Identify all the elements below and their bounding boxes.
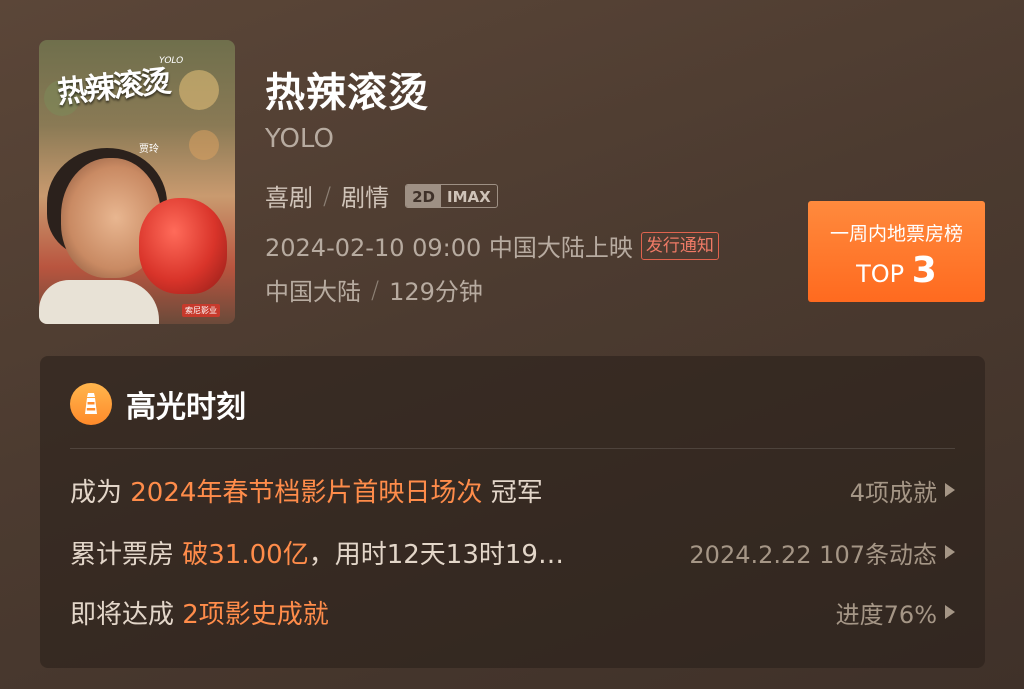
region: 中国大陆 bbox=[265, 278, 361, 306]
format-2d: 2D bbox=[406, 184, 441, 207]
movie-title: 热辣滚烫 bbox=[265, 70, 429, 116]
highlight-accent: 破31.00亿 bbox=[182, 539, 309, 570]
highlight-text: 累计票房 破31.00亿，用时12天13时19… bbox=[70, 534, 564, 571]
movie-poster[interactable]: YOLO 热辣滚烫 贾玲 索尼影业 bbox=[39, 40, 235, 324]
highlights-title: 高光时刻 bbox=[126, 390, 246, 425]
highlight-suffix: ，用时12天13时19… bbox=[308, 539, 564, 570]
highlight-meta-text: 4项成就 bbox=[849, 478, 937, 507]
highlight-text: 成为 2024年春节档影片首映日场次 冠军 bbox=[70, 472, 543, 509]
highlight-meta: 2024.2.22 107条动态 bbox=[689, 535, 955, 570]
poster-stamp: 索尼影业 bbox=[182, 304, 220, 317]
highlight-accent: 2024年春节档影片首映日场次 bbox=[130, 477, 483, 508]
release-notice-button[interactable]: 发行通知 bbox=[640, 231, 719, 260]
rank-prefix: TOP bbox=[856, 260, 905, 288]
highlight-row[interactable]: 成为 2024年春节档影片首映日场次 冠军 4项成就 bbox=[70, 470, 955, 510]
highlight-row[interactable]: 即将达成 2项影史成就 进度76% bbox=[70, 592, 955, 632]
highlights-header: 高光时刻 bbox=[70, 382, 246, 426]
release-date: 2024-02-10 09:00 中国大陆上映 bbox=[265, 234, 633, 262]
highlight-prefix: 即将达成 bbox=[70, 599, 183, 630]
poster-director: 贾玲 bbox=[139, 144, 159, 155]
divider bbox=[70, 448, 955, 449]
movie-detail-page: YOLO 热辣滚烫 贾玲 索尼影业 热辣滚烫 YOLO 喜剧 / 剧情 2D I… bbox=[0, 0, 1024, 689]
arrow-right-icon bbox=[945, 605, 955, 619]
boxing-glove bbox=[139, 198, 227, 294]
rank-number: 3 bbox=[911, 250, 937, 291]
lighthouse-icon bbox=[70, 383, 112, 425]
separator: / bbox=[371, 275, 380, 304]
highlight-suffix: 冠军 bbox=[482, 477, 543, 508]
poster-title-art: 热辣滚烫 bbox=[55, 64, 171, 111]
highlight-accent: 2项影史成就 bbox=[182, 599, 329, 630]
release-row: 2024-02-10 09:00 中国大陆上映 发行通知 bbox=[265, 228, 719, 263]
highlight-text: 即将达成 2项影史成就 bbox=[70, 594, 329, 631]
genre-tag: 剧情 bbox=[341, 184, 390, 212]
bokeh-light bbox=[179, 70, 219, 110]
highlight-meta-text: 2024.2.22 107条动态 bbox=[689, 540, 937, 569]
meta-row: 中国大陆 / 129分钟 bbox=[265, 272, 483, 307]
genre-tag: 喜剧 bbox=[265, 184, 313, 212]
highlight-prefix: 成为 bbox=[70, 477, 131, 508]
separator: / bbox=[323, 181, 332, 210]
poster-shirt bbox=[39, 280, 159, 324]
highlight-meta: 4项成就 bbox=[850, 473, 955, 508]
movie-english-title: YOLO bbox=[265, 124, 334, 154]
bokeh-light bbox=[189, 130, 219, 160]
highlights-card: 高光时刻 成为 2024年春节档影片首映日场次 冠军 4项成就 累计票房 破31… bbox=[40, 356, 985, 668]
format-imax: IMAX bbox=[446, 187, 491, 206]
format-badge: 2D IMAX bbox=[405, 183, 498, 208]
highlight-prefix: 累计票房 bbox=[70, 539, 183, 570]
rank-value: TOP 3 bbox=[808, 250, 985, 291]
highlight-meta-text: 进度76% bbox=[835, 600, 937, 629]
rank-title: 一周内地票房榜 bbox=[829, 223, 963, 245]
arrow-right-icon bbox=[945, 545, 955, 559]
genre-row: 喜剧 / 剧情 2D IMAX bbox=[265, 178, 498, 213]
box-office-rank-badge[interactable]: 一周内地票房榜 TOP 3 bbox=[808, 201, 985, 302]
highlight-row[interactable]: 累计票房 破31.00亿，用时12天13时19… 2024.2.22 107条动… bbox=[70, 532, 955, 572]
highlight-meta: 进度76% bbox=[836, 595, 955, 630]
arrow-right-icon bbox=[945, 483, 955, 497]
duration: 129分钟 bbox=[389, 278, 483, 306]
